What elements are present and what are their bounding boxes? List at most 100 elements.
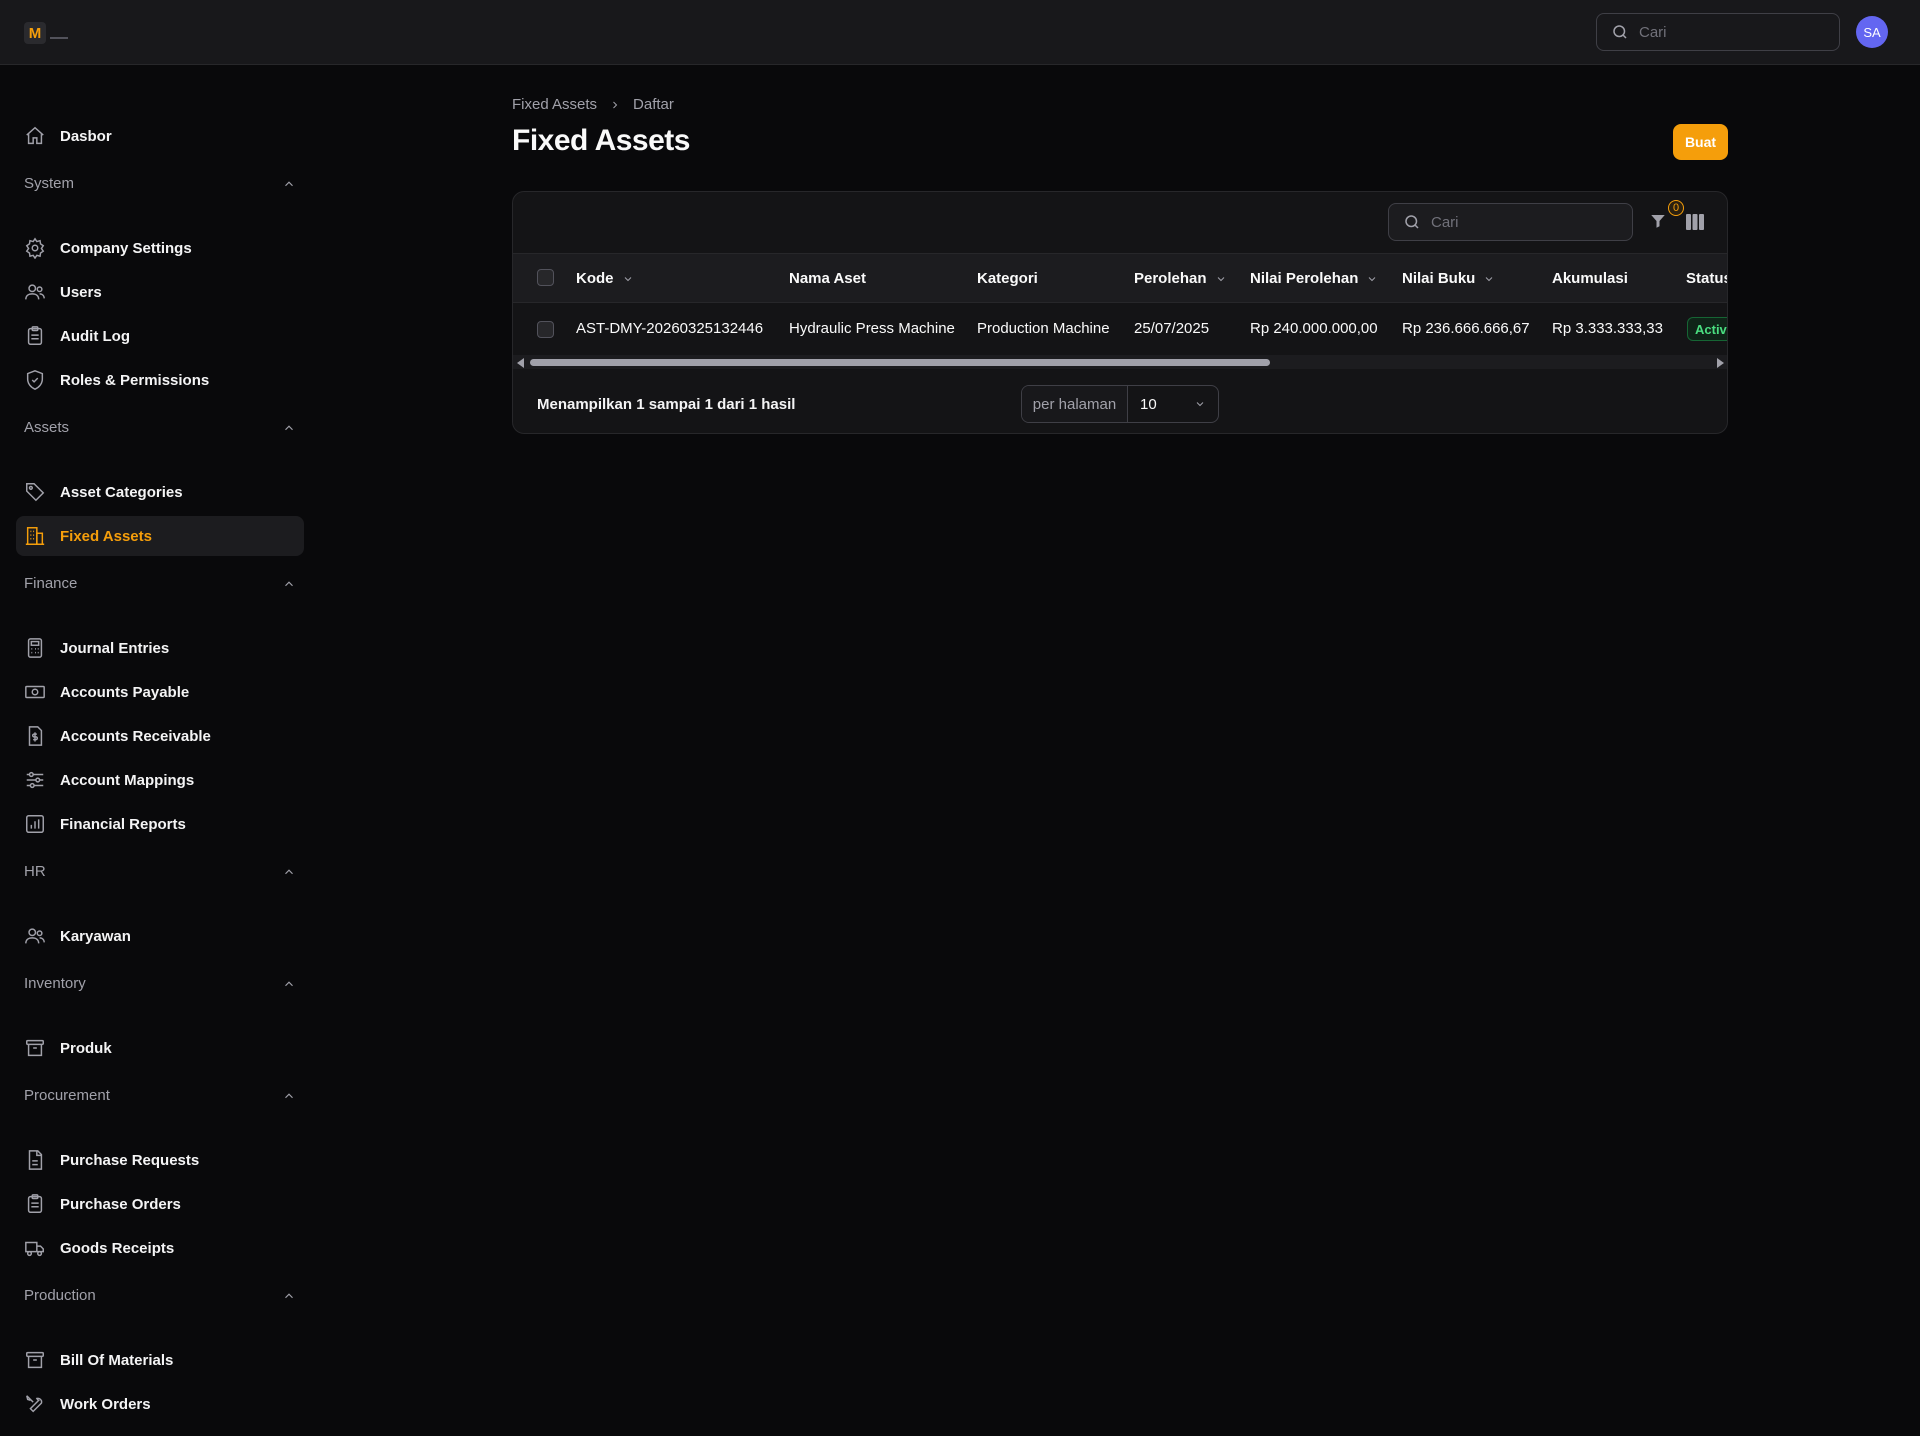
search-icon: [1613, 25, 1627, 39]
page-title: Fixed Assets: [512, 124, 690, 157]
chevron-up-icon: [285, 1292, 293, 1298]
select-all-checkbox[interactable]: [537, 269, 554, 286]
column-header-kode[interactable]: Kode: [576, 270, 634, 287]
sidebar-group-label: Finance: [24, 575, 78, 592]
wrench-screwdriver-icon: [26, 1395, 43, 1413]
banknote-icon: [25, 685, 45, 699]
columns-icon[interactable]: [1686, 214, 1704, 230]
logo-wordmark: [50, 37, 68, 39]
user-avatar[interactable]: SA: [1856, 16, 1888, 48]
chevron-down-icon: [1486, 276, 1493, 281]
gear-icon: [25, 237, 45, 259]
truck-icon: [25, 1241, 44, 1257]
sidebar-item-label: Accounts Payable: [60, 683, 190, 701]
global-search-input[interactable]: Cari: [1596, 13, 1840, 51]
column-header-label: Nilai Buku: [1402, 270, 1476, 287]
sidebar-item-label: Karyawan: [60, 927, 131, 945]
users-icon: [25, 284, 45, 300]
global-search-placeholder: Cari: [1639, 23, 1667, 41]
sidebar-group-label: Procurement: [24, 1087, 110, 1104]
column-header-label: Nilai Perolehan: [1250, 270, 1359, 287]
table-search-input[interactable]: Cari: [1388, 203, 1633, 241]
create-button[interactable]: Buat: [1673, 124, 1728, 160]
per-page-select[interactable]: per halaman 10: [1021, 385, 1219, 423]
breadcrumb-current: Daftar: [633, 96, 674, 113]
scrollbar-thumb[interactable]: [530, 359, 1270, 366]
column-header-label: Akumulasi: [1552, 270, 1628, 287]
cell-perolehan: 25/07/2025: [1134, 320, 1210, 337]
sidebar-group-production[interactable]: Production: [24, 1287, 296, 1304]
scroll-left-arrow[interactable]: [517, 358, 524, 368]
sidebar-item-purchase-requests[interactable]: Purchase Requests: [16, 1140, 304, 1180]
sidebar-item-label: Produk: [60, 1039, 112, 1057]
filter-icon[interactable]: [1649, 212, 1667, 230]
top-bar: M Cari SA: [0, 0, 1920, 65]
sidebar-item-journal-entries[interactable]: Journal Entries: [16, 628, 304, 668]
search-icon: [1405, 215, 1419, 229]
sidebar-item-produk[interactable]: Produk: [16, 1028, 304, 1068]
calculator-icon: [27, 638, 43, 658]
chevron-down-icon: [624, 276, 631, 281]
column-header-label: Perolehan: [1134, 270, 1207, 287]
sidebar-item-company-settings[interactable]: Company Settings: [16, 228, 304, 268]
sliders-icon: [26, 771, 44, 789]
building-icon: [25, 527, 45, 545]
sidebar-item-audit-log[interactable]: Audit Log: [16, 316, 304, 356]
sidebar-item-asset-categories[interactable]: Asset Categories: [16, 472, 304, 512]
column-header-nilai-buku[interactable]: Nilai Buku: [1402, 270, 1495, 287]
home-icon: [26, 126, 44, 145]
sidebar-group-hr[interactable]: HR: [24, 863, 296, 880]
sidebar-item-accounts-receivable[interactable]: Accounts Receivable: [16, 716, 304, 756]
horizontal-scrollbar[interactable]: [513, 355, 1727, 369]
sidebar-group-procurement[interactable]: Procurement: [24, 1087, 296, 1104]
receipt-dollar-icon: [28, 726, 43, 746]
pagination-summary: Menampilkan 1 sampai 1 dari 1 hasil: [537, 396, 796, 413]
cell-nilai-perolehan: Rp 240.000.000,00: [1250, 320, 1378, 337]
tag-icon: [26, 483, 45, 502]
chevron-up-icon: [285, 1092, 293, 1098]
breadcrumb: Fixed Assets Daftar: [512, 96, 674, 113]
chevron-down-icon: [1217, 276, 1224, 281]
table-header: Kode Nama Aset Kategori Perolehan Nilai …: [513, 253, 1727, 303]
column-header-label: Nama Aset: [789, 270, 866, 287]
table-search-placeholder: Cari: [1431, 213, 1459, 231]
sidebar-item-bill-of-materials[interactable]: Bill Of Materials: [16, 1340, 304, 1380]
sidebar-item-goods-receipts[interactable]: Goods Receipts: [16, 1228, 304, 1268]
document-icon: [28, 1150, 43, 1170]
sidebar-group-label: Inventory: [24, 975, 86, 992]
sidebar-group-label: HR: [24, 863, 46, 880]
sidebar-group-inventory[interactable]: Inventory: [24, 975, 296, 992]
archive-box-icon: [26, 1039, 44, 1057]
sidebar-item-financial-reports[interactable]: Financial Reports: [16, 804, 304, 844]
sidebar-item-work-orders[interactable]: Work Orders: [16, 1384, 304, 1424]
sidebar-group-system[interactable]: System: [24, 175, 296, 192]
row-checkbox[interactable]: [537, 321, 554, 338]
cell-nama-aset: Hydraulic Press Machine: [789, 320, 955, 337]
sidebar-item-dasbor[interactable]: Dasbor: [16, 116, 304, 156]
sidebar-item-users[interactable]: Users: [16, 272, 304, 312]
per-page-dropdown[interactable]: 10: [1128, 386, 1218, 422]
sidebar-item-label: Journal Entries: [60, 639, 170, 657]
sidebar-item-account-mappings[interactable]: Account Mappings: [16, 760, 304, 800]
app-logo[interactable]: M: [24, 22, 68, 44]
sidebar-group-label: Assets: [24, 419, 70, 436]
sidebar-group-assets[interactable]: Assets: [24, 419, 296, 436]
table-row[interactable]: AST-DMY-20260325132446 Hydraulic Press M…: [513, 303, 1727, 355]
sidebar-group-finance[interactable]: Finance: [24, 575, 296, 592]
breadcrumb-link-fixed-assets[interactable]: Fixed Assets: [512, 96, 597, 113]
chevron-up-icon: [285, 980, 293, 986]
sidebar-group-label: System: [24, 175, 75, 192]
sidebar-item-roles-permissions[interactable]: Roles & Permissions: [16, 360, 304, 400]
column-header-nilai-perolehan[interactable]: Nilai Perolehan: [1250, 270, 1378, 287]
per-page-value: 10: [1140, 395, 1157, 413]
sidebar-item-fixed-assets[interactable]: Fixed Assets: [16, 516, 304, 556]
sidebar-item-karyawan[interactable]: Karyawan: [16, 916, 304, 956]
scroll-right-arrow[interactable]: [1717, 358, 1724, 368]
sidebar-item-accounts-payable[interactable]: Accounts Payable: [16, 672, 304, 712]
sidebar-item-purchase-orders[interactable]: Purchase Orders: [16, 1184, 304, 1224]
bar-chart-icon: [26, 815, 44, 833]
chevron-up-icon: [285, 424, 293, 430]
chevron-right-icon: [613, 101, 618, 108]
column-header-perolehan[interactable]: Perolehan: [1134, 270, 1227, 287]
sidebar-item-label: Asset Categories: [60, 483, 183, 501]
